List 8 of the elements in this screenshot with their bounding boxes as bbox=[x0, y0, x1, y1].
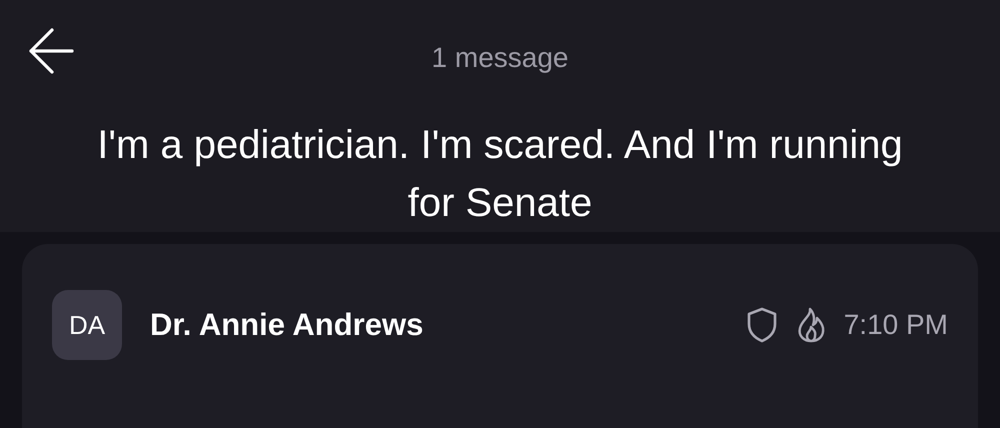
message-count: 1 message bbox=[432, 41, 568, 75]
flame-icon bbox=[796, 307, 826, 343]
message-time: 7:10 PM bbox=[844, 309, 948, 341]
message-card[interactable]: DA Dr. Annie Andrews 7:10 PM bbox=[22, 244, 978, 428]
shield-icon bbox=[746, 307, 778, 343]
thread-subject: I'm a pediatrician. I'm scared. And I'm running for Senate bbox=[96, 122, 904, 227]
sender-name: Dr. Annie Andrews bbox=[150, 307, 424, 343]
avatar: DA bbox=[52, 290, 122, 360]
